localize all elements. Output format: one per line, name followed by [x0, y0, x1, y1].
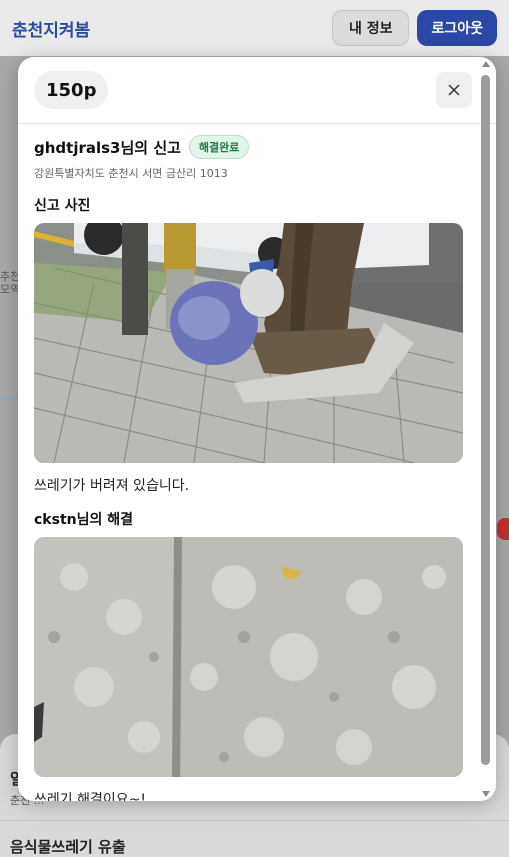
header-buttons: 내 정보 로그아웃: [331, 10, 497, 46]
scroll-down-arrow-icon[interactable]: [482, 791, 490, 797]
report-address: 강원특별자치도 춘천시 서면 금산리 1013: [34, 167, 228, 180]
close-icon: [448, 84, 460, 96]
report-description: 쓰레기가 버려져 있습니다.: [34, 478, 190, 494]
modal-header: 150p: [18, 57, 496, 124]
modal-scrollbar[interactable]: [481, 61, 490, 797]
resolution-description: 쓰레기 해결이요~!: [34, 792, 146, 801]
report-detail-modal: 150p ghdtjrals3님의 신고 해결완료 강원특별자치도 춘천시 서면…: [18, 57, 496, 801]
scrollbar-thumb[interactable]: [481, 75, 490, 765]
list-divider: [0, 820, 509, 821]
status-badge: 해결완료: [188, 135, 250, 159]
list-item-title[interactable]: 음식물쓰레기 유출: [10, 836, 126, 857]
logout-button[interactable]: 로그아웃: [417, 10, 497, 46]
app-brand[interactable]: 춘천지켜봄: [12, 16, 90, 41]
points-badge: 150p: [34, 71, 109, 109]
map-marker[interactable]: [497, 518, 509, 540]
close-button[interactable]: [436, 72, 472, 108]
modal-body[interactable]: ghdtjrals3님의 신고 해결완료 강원특별자치도 춘천시 서면 금산리 …: [18, 125, 480, 801]
report-title: ghdtjrals3님의 신고: [34, 138, 181, 157]
resolution-photo: [34, 537, 463, 777]
resolution-heading: ckstn님의 해결: [34, 512, 133, 528]
report-photo: [34, 223, 463, 463]
resolution-photo-image: [34, 537, 463, 777]
my-info-button[interactable]: 내 정보: [331, 10, 410, 46]
report-photo-image: [34, 223, 463, 463]
scroll-up-arrow-icon[interactable]: [482, 61, 490, 67]
report-title-row: ghdtjrals3님의 신고 해결완료: [34, 135, 480, 159]
report-photo-heading: 신고 사진: [34, 198, 91, 214]
map-road: [0, 395, 20, 399]
app-header: 춘천지켜봄 내 정보 로그아웃: [0, 0, 509, 56]
